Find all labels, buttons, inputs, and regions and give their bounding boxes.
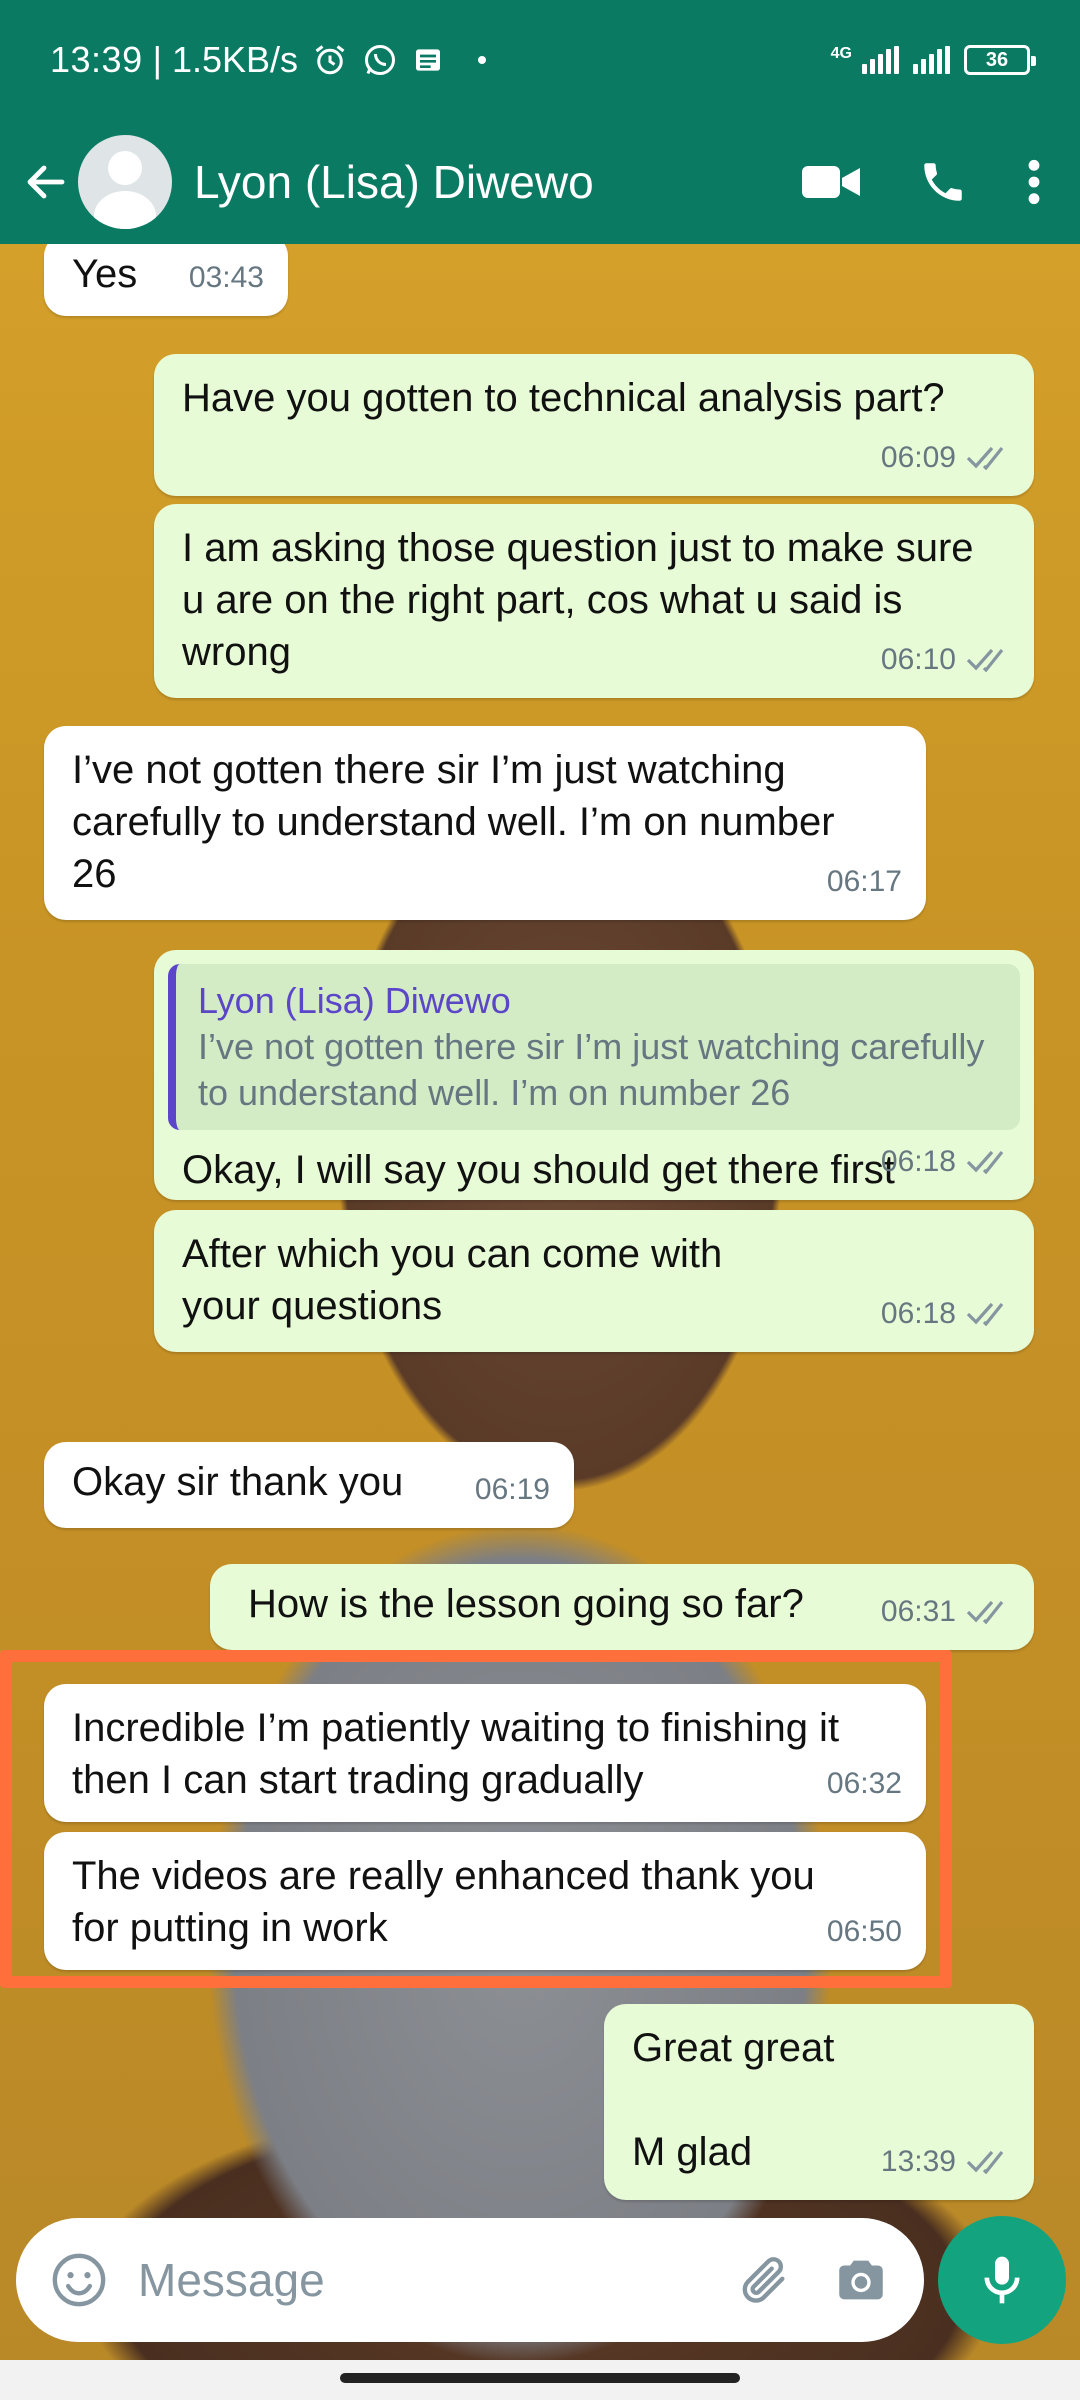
double-check-icon — [966, 1150, 1004, 1174]
dot-icon — [478, 56, 487, 64]
more-options-button[interactable] — [1026, 157, 1042, 207]
message-incoming[interactable]: Incredible I’m patiently waiting to fini… — [44, 1684, 926, 1822]
message-outgoing[interactable]: Have you gotten to technical analysis pa… — [154, 354, 1034, 496]
emoji-icon — [52, 2253, 106, 2307]
microphone-icon — [984, 2256, 1020, 2304]
message-incoming[interactable]: The videos are really enhanced thank you… — [44, 1832, 926, 1970]
message-time: 06:32 — [826, 1767, 902, 1800]
battery-icon: 36 — [964, 45, 1036, 75]
double-check-icon — [966, 648, 1004, 672]
message-input[interactable]: Message — [138, 2253, 734, 2307]
status-time: 13:39 — [50, 39, 143, 80]
message-text: The videos are really enhanced thank you… — [72, 1854, 826, 1950]
message-incoming[interactable]: Yes 03:43 — [44, 244, 288, 316]
message-time: 13:39 — [880, 2145, 956, 2178]
video-call-icon — [802, 166, 860, 198]
quoted-message[interactable]: Lyon (Lisa) Diwewo I’ve not gotten there… — [168, 964, 1020, 1130]
camera-button[interactable] — [832, 2251, 890, 2309]
message-time: 06:18 — [880, 1145, 956, 1178]
message-time: 06:50 — [826, 1915, 902, 1948]
video-call-button[interactable] — [802, 162, 860, 202]
message-time: 06:17 — [826, 865, 902, 898]
more-vert-icon — [1028, 159, 1040, 205]
message-outgoing[interactable]: After which you can come with your quest… — [154, 1210, 1034, 1352]
chat-area[interactable]: Yes 03:43 Have you gotten to technical a… — [0, 244, 1080, 2360]
network-type: 4G — [830, 45, 852, 62]
message-text: Incredible I’m patiently waiting to fini… — [72, 1706, 851, 1802]
camera-icon — [839, 2260, 883, 2300]
message-meta: 06:18 — [881, 1288, 1010, 1340]
double-check-icon — [966, 1302, 1004, 1326]
back-button[interactable] — [20, 156, 72, 208]
message-meta: 06:32 — [827, 1758, 902, 1810]
double-check-icon — [966, 446, 1004, 470]
message-outgoing-reply[interactable]: Lyon (Lisa) Diwewo I’ve not gotten there… — [154, 950, 1034, 1200]
message-meta: 13:39 — [881, 2136, 1010, 2188]
quoted-author: Lyon (Lisa) Diwewo — [198, 980, 511, 1021]
message-meta: 03:43 — [189, 252, 264, 304]
contact-name[interactable]: Lyon (Lisa) Diwewo — [194, 155, 594, 209]
phone-icon — [924, 163, 962, 201]
voice-call-button[interactable] — [918, 157, 968, 207]
signal-icon — [862, 46, 899, 74]
chat-header: Lyon (Lisa) Diwewo — [0, 120, 1080, 244]
battery-level: 36 — [985, 48, 1009, 71]
attachment-icon — [742, 2257, 785, 2303]
message-incoming[interactable]: Okay sir thank you 06:19 — [44, 1442, 574, 1528]
message-composer: Message — [16, 2218, 924, 2342]
avatar[interactable] — [78, 135, 172, 229]
message-incoming[interactable]: I’ve not gotten there sir I’m just watch… — [44, 726, 926, 920]
message-meta: 06:17 — [827, 856, 902, 908]
message-outgoing[interactable]: Great great M glad 13:39 — [604, 2004, 1034, 2200]
back-arrow-icon — [27, 165, 65, 199]
message-time: 06:19 — [474, 1473, 550, 1506]
quoted-text: I’ve not gotten there sir I’m just watch… — [198, 1026, 985, 1113]
status-bar: 13:39 | 1.5KB/s 4G 36 — [0, 0, 1080, 120]
message-meta: 06:18 — [881, 1136, 1010, 1188]
notification-icon — [416, 49, 441, 71]
alarm-icon — [315, 45, 345, 75]
message-time: 06:10 — [880, 643, 956, 676]
emoji-button[interactable] — [50, 2251, 108, 2309]
message-meta: 06:10 — [881, 634, 1010, 686]
message-meta: 06:09 — [881, 432, 1010, 484]
message-text: I’ve not gotten there sir I’m just watch… — [72, 748, 846, 896]
message-meta: 06:50 — [827, 1906, 902, 1958]
attach-button[interactable] — [734, 2251, 792, 2309]
status-speed: | 1.5KB/s — [152, 39, 299, 80]
double-check-icon — [966, 2150, 1004, 2174]
message-text: Have you gotten to technical analysis pa… — [182, 376, 945, 420]
whatsapp-icon — [365, 45, 396, 75]
message-time: 06:09 — [880, 441, 956, 474]
system-navigation-bar — [0, 2360, 1080, 2400]
message-time: 06:18 — [880, 1297, 956, 1330]
signal-icon-2 — [913, 46, 950, 74]
message-time: 06:31 — [880, 1595, 956, 1628]
double-check-icon — [966, 1600, 1004, 1624]
voice-message-button[interactable] — [938, 2216, 1066, 2344]
message-meta: 06:19 — [475, 1464, 550, 1516]
message-outgoing[interactable]: I am asking those question just to make … — [154, 504, 1034, 698]
message-time: 03:43 — [188, 261, 264, 294]
message-meta: 06:31 — [881, 1586, 1010, 1638]
message-outgoing[interactable]: How is the lesson going so far? 06:31 — [210, 1564, 1034, 1650]
home-indicator[interactable] — [340, 2373, 740, 2383]
